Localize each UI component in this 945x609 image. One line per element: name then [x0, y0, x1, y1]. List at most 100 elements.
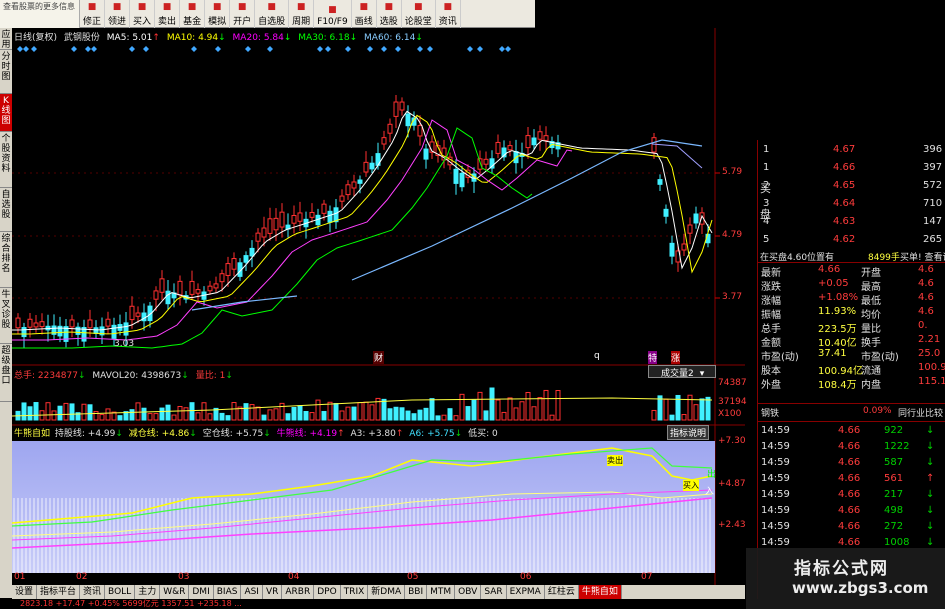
left-view-tabs: 应用 分时图 K线图 个股资料 自选股 综合排名 牛叉诊股 超级盘口 [0, 28, 12, 598]
toolbar-button-1[interactable]: ■ 领进 [105, 0, 131, 28]
marker-cai[interactable]: 财 [373, 351, 385, 364]
indicator-tab-2[interactable]: 资讯 [80, 585, 106, 599]
order-price: 4.64 [833, 198, 856, 209]
indicator-sell-tag: 卖出 [607, 455, 623, 466]
indicator-tab-12[interactable]: TRIX [341, 585, 369, 599]
indicator-tab-7[interactable]: BIAS [214, 585, 242, 599]
indicator-tab-13[interactable]: 新DMA [368, 585, 406, 599]
sector-name: 钢铁 [761, 409, 780, 419]
quote-key: 量比 [861, 324, 881, 335]
sector-compare-link[interactable]: 同行业比较 [898, 406, 943, 419]
toolbar-button-9[interactable]: ■ F10/F9 [314, 0, 352, 28]
quote-key: 涨跌 [761, 282, 781, 293]
time-axis-label: 02 [76, 572, 88, 582]
toolbar-button-8[interactable]: ■ 周期 [289, 0, 315, 28]
chi-value: 持股线: +4.99 [54, 429, 116, 439]
vtab-6[interactable]: 牛叉诊股 [0, 288, 12, 344]
panel-divider [758, 262, 945, 263]
tick-time: 14:59 [761, 505, 790, 516]
kline-header: 日线(复权) 武钢股份 MA5: 5.01↑ MA10: 4.94↓ MA20:… [14, 33, 423, 43]
volume-indicator-dropdown[interactable]: 成交量2 ▾ [648, 365, 716, 379]
account-icon: ■ [237, 2, 247, 12]
arrow-down-icon: ↓ [926, 505, 935, 516]
indicator-tab-17[interactable]: SAR [481, 585, 507, 599]
indicator-tab-5[interactable]: W&R [160, 585, 190, 599]
news-icon: ■ [443, 2, 453, 12]
toolbar-button-5[interactable]: ■ 模拟 [205, 0, 231, 28]
marker-q[interactable]: q [594, 351, 600, 361]
indicator-help-button[interactable]: 指标说明 [667, 425, 710, 440]
toolbar-button-label: 卖出 [158, 17, 177, 27]
indicator-tab-20[interactable]: 牛熊自如 [578, 585, 622, 599]
toolbar-button-0[interactable]: ■ 修正 [80, 0, 106, 28]
toolbar-button-10[interactable]: ■ 画线 [352, 0, 377, 28]
order-level: 3 [763, 198, 770, 209]
order-volume: 396 [923, 144, 943, 155]
toolbar-button-label: 自选股 [258, 17, 286, 27]
quote-value: 100.94亿 [818, 366, 863, 377]
indicator-tab-9[interactable]: VR [263, 585, 283, 599]
kline-chart[interactable] [12, 28, 745, 585]
indicator-tab-15[interactable]: MTM [427, 585, 456, 599]
vtab-1[interactable]: 分时图 [0, 50, 12, 94]
quote-key: 换手 [861, 338, 881, 349]
vtab-3[interactable]: 个股资料 [0, 132, 12, 188]
toolbar-button-7[interactable]: ■ 自选股 [255, 0, 290, 28]
volume-axis-top: 74387 [718, 378, 747, 388]
quote-key: 涨幅 [761, 296, 781, 307]
tick-time: 14:59 [761, 489, 790, 500]
toolbar-button-label: 资讯 [438, 17, 457, 27]
toolbar-button-3[interactable]: ■ 卖出 [155, 0, 181, 28]
toolbar-button-4[interactable]: ■ 基金 [180, 0, 206, 28]
toolbar-button-6[interactable]: ■ 开户 [230, 0, 256, 28]
toolbar-button-label: 模拟 [208, 17, 227, 27]
quote-value: 4.6 [918, 306, 934, 317]
indicator-tab-0[interactable]: 设置 [12, 585, 38, 599]
tick-time: 14:59 [761, 473, 790, 484]
toolbar-button-11[interactable]: ■ 选股 [377, 0, 402, 28]
vtab-7[interactable]: 超级盘口 [0, 344, 12, 402]
indicator-tab-3[interactable]: BOLL [105, 585, 136, 599]
toolbar-button-13[interactable]: ■ 资讯 [436, 0, 461, 28]
tick-price: 4.66 [838, 441, 861, 452]
star-icon: ■ [267, 2, 276, 12]
vtab-2[interactable]: K线图 [0, 94, 12, 132]
quote-value: 37.41 [818, 348, 847, 359]
stock-info-popup[interactable]: 查看股票的更多信息 [0, 0, 80, 28]
indicator-tab-1[interactable]: 指标平台 [37, 585, 81, 599]
a3-value: A3: +3.80 [350, 429, 396, 439]
vtab-0[interactable]: 应用 [0, 28, 12, 50]
indicator-tab-4[interactable]: 主力 [135, 585, 161, 599]
toolbar-button-label: 周期 [292, 17, 311, 27]
indicator-tab-10[interactable]: ARBR [282, 585, 315, 599]
quote-key: 外盘 [761, 380, 781, 391]
quote-key: 金额 [761, 338, 781, 349]
marker-te[interactable]: 特 [648, 351, 658, 364]
order-volume: 572 [923, 180, 943, 191]
quote-key: 总手 [761, 324, 781, 335]
period-label[interactable]: 日线(复权) [14, 33, 57, 43]
ma5-value: MA5: 5.01 [106, 33, 153, 43]
indicator-tab-11[interactable]: DPO [314, 585, 341, 599]
indicator-tab-16[interactable]: OBV [455, 585, 482, 599]
indicator-tab-14[interactable]: BBI [405, 585, 428, 599]
indicator-tab-19[interactable]: 红柱云 [545, 585, 579, 599]
buy-icon: ■ [137, 2, 147, 12]
marker-zhang[interactable]: 涨 [671, 351, 681, 364]
time-axis-label: 07 [641, 572, 653, 582]
vtab-5[interactable]: 综合排名 [0, 232, 12, 288]
quote-value: 0. [918, 320, 928, 331]
toolbar-button-2[interactable]: ■ 买入 [130, 0, 156, 28]
time-axis-label: 01 [14, 572, 26, 582]
indicator-tab-6[interactable]: DMI [189, 585, 214, 599]
order-level: 5 [763, 234, 770, 245]
indicator-name[interactable]: 牛熊自如 [14, 429, 50, 439]
order-price: 4.67 [833, 144, 856, 155]
indicator-tab-8[interactable]: ASI [241, 585, 263, 599]
toolbar-button-12[interactable]: ■ 论股堂 [402, 0, 436, 28]
vtab-4[interactable]: 自选股 [0, 188, 12, 232]
indicator-tab-18[interactable]: EXPMA [507, 585, 545, 599]
tick-volume: 561 [884, 473, 904, 484]
indicator-buy-tag: 买入 [683, 480, 699, 491]
ma60-value: MA60: 6.14 [364, 33, 416, 43]
